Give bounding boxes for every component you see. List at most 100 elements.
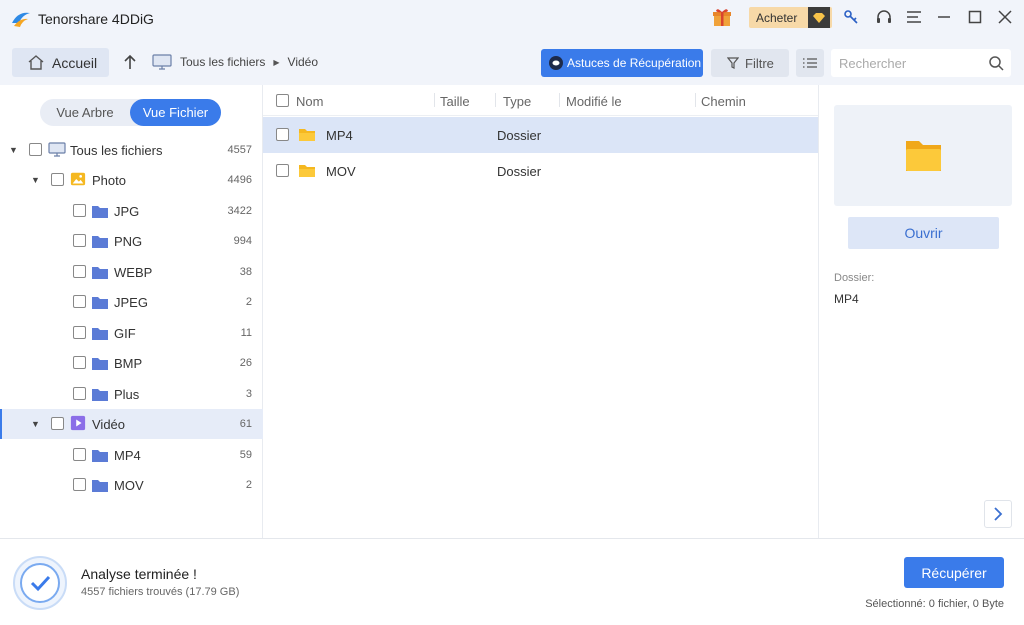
caret-down-icon[interactable]: ▼ [9, 145, 19, 155]
breadcrumb-item-video[interactable]: Vidéo [288, 55, 318, 69]
tree-checkbox[interactable] [73, 234, 86, 247]
tree-item-jpg[interactable]: JPG 3422 [0, 196, 263, 226]
tree-checkbox[interactable] [73, 356, 86, 369]
column-divider [495, 93, 496, 107]
search-input[interactable] [839, 54, 979, 72]
tree-item-count: 4557 [227, 144, 252, 156]
tree-checkbox[interactable] [73, 478, 86, 491]
row-type: Dossier [497, 128, 542, 143]
title-bar: Tenorshare 4DDiG Acheter [0, 0, 1024, 36]
video-folder-icon [70, 415, 86, 431]
row-checkbox[interactable] [276, 164, 289, 177]
tree-checkbox[interactable] [73, 387, 86, 400]
column-divider [434, 93, 435, 107]
open-button[interactable]: Ouvrir [848, 217, 999, 249]
up-arrow-icon[interactable] [121, 53, 139, 71]
column-size[interactable]: Taille [440, 94, 470, 109]
home-button[interactable]: Accueil [12, 48, 109, 77]
recovery-tips-label: Astuces de Récupération [567, 56, 702, 70]
tree-item-plus[interactable]: Plus 3 [0, 379, 263, 409]
tree-item-count: 59 [239, 449, 252, 461]
tree-item-count: 2 [245, 296, 252, 308]
tree-item-label: JPG [114, 204, 140, 219]
table-row[interactable]: MP4 Dossier [263, 117, 818, 153]
meta-label: Dossier: [834, 272, 875, 284]
tree-item-bmp[interactable]: BMP 26 [0, 348, 263, 378]
diamond-icon [808, 7, 830, 28]
search-icon[interactable] [988, 55, 1004, 71]
column-type[interactable]: Type [503, 94, 531, 109]
tree-item-label: Vidéo [92, 417, 126, 432]
gift-icon[interactable] [711, 6, 733, 28]
tree-checkbox[interactable] [73, 265, 86, 278]
tree-checkbox[interactable] [51, 417, 64, 430]
recover-button[interactable]: Récupérer [904, 557, 1004, 588]
caret-down-icon[interactable]: ▼ [31, 175, 41, 185]
tree-item-count: 38 [239, 266, 252, 278]
filter-button[interactable]: Filtre [711, 49, 789, 77]
minimize-icon[interactable] [934, 7, 954, 27]
tree-item-jpeg[interactable]: JPEG 2 [0, 287, 263, 317]
photo-folder-icon [70, 172, 86, 186]
view-tree-tab[interactable]: Vue Arbre [40, 99, 130, 126]
column-name[interactable]: Nom [296, 94, 323, 109]
folder-large-icon [906, 141, 941, 171]
tree-item-video[interactable]: ▼ Vidéo 61 [0, 409, 263, 439]
row-checkbox[interactable] [276, 128, 289, 141]
tree-item-count: 26 [239, 357, 252, 369]
folder-icon [299, 129, 315, 141]
tree-item-photo[interactable]: ▼ Photo 4496 [0, 165, 263, 195]
next-button[interactable] [984, 500, 1012, 528]
tree-item-png[interactable]: PNG 994 [0, 226, 263, 256]
column-path[interactable]: Chemin [701, 94, 746, 109]
status-footer: Analyse terminée ! 4557 fichiers trouvés… [0, 538, 1024, 625]
tree-checkbox[interactable] [29, 143, 42, 156]
tree-item-mov[interactable]: MOV 2 [0, 470, 263, 500]
tree-item-count: 4496 [227, 174, 252, 186]
folder-icon [92, 206, 108, 218]
buy-label: Acheter [756, 10, 798, 25]
tree-item-label: PNG [114, 234, 143, 249]
recovery-tips-button[interactable]: Astuces de Récupération [541, 49, 703, 77]
app-logo-icon [12, 12, 30, 27]
tree-item-all-files[interactable]: ▼ Tous les fichiers 4557 [0, 135, 263, 165]
table-header: Nom Taille Type Modifié le Chemin [263, 85, 818, 116]
column-divider [559, 93, 560, 107]
eye-icon [549, 56, 563, 70]
tree-item-mp4[interactable]: MP4 59 [0, 440, 263, 470]
tree-item-count: 3422 [227, 205, 252, 217]
maximize-icon[interactable] [965, 7, 985, 27]
select-all-checkbox[interactable] [276, 94, 289, 107]
tree-item-count: 3 [245, 388, 252, 400]
list-view-icon [803, 58, 817, 68]
key-icon[interactable] [841, 7, 861, 27]
view-switch: Vue Arbre Vue Fichier [40, 99, 221, 126]
chevron-right-icon [994, 507, 1003, 521]
tree-item-label: Plus [114, 387, 140, 402]
buy-button[interactable]: Acheter [749, 7, 832, 28]
tree-item-webp[interactable]: WEBP 38 [0, 257, 263, 287]
tree-item-count: 11 [240, 327, 252, 339]
folder-icon [92, 450, 108, 462]
tree-item-gif[interactable]: GIF 11 [0, 318, 263, 348]
list-view-button[interactable] [796, 49, 824, 77]
home-label: Accueil [52, 54, 98, 71]
tree-checkbox[interactable] [73, 326, 86, 339]
folder-icon [92, 358, 108, 370]
home-icon [28, 55, 44, 70]
table-row[interactable]: MOV Dossier [263, 153, 818, 189]
tree-checkbox[interactable] [73, 204, 86, 217]
tree-checkbox[interactable] [73, 295, 86, 308]
tree-item-label: MP4 [114, 448, 141, 463]
row-type: Dossier [497, 164, 542, 179]
folder-icon [92, 328, 108, 340]
breadcrumb-item-all[interactable]: Tous les fichiers [180, 55, 265, 69]
caret-down-icon[interactable]: ▼ [31, 419, 41, 429]
close-icon[interactable] [995, 7, 1015, 27]
tree-checkbox[interactable] [73, 448, 86, 461]
view-file-tab[interactable]: Vue Fichier [130, 99, 221, 126]
headset-icon[interactable] [874, 7, 894, 27]
column-modified[interactable]: Modifié le [566, 94, 622, 109]
tree-checkbox[interactable] [51, 173, 64, 186]
menu-icon[interactable] [904, 7, 924, 27]
